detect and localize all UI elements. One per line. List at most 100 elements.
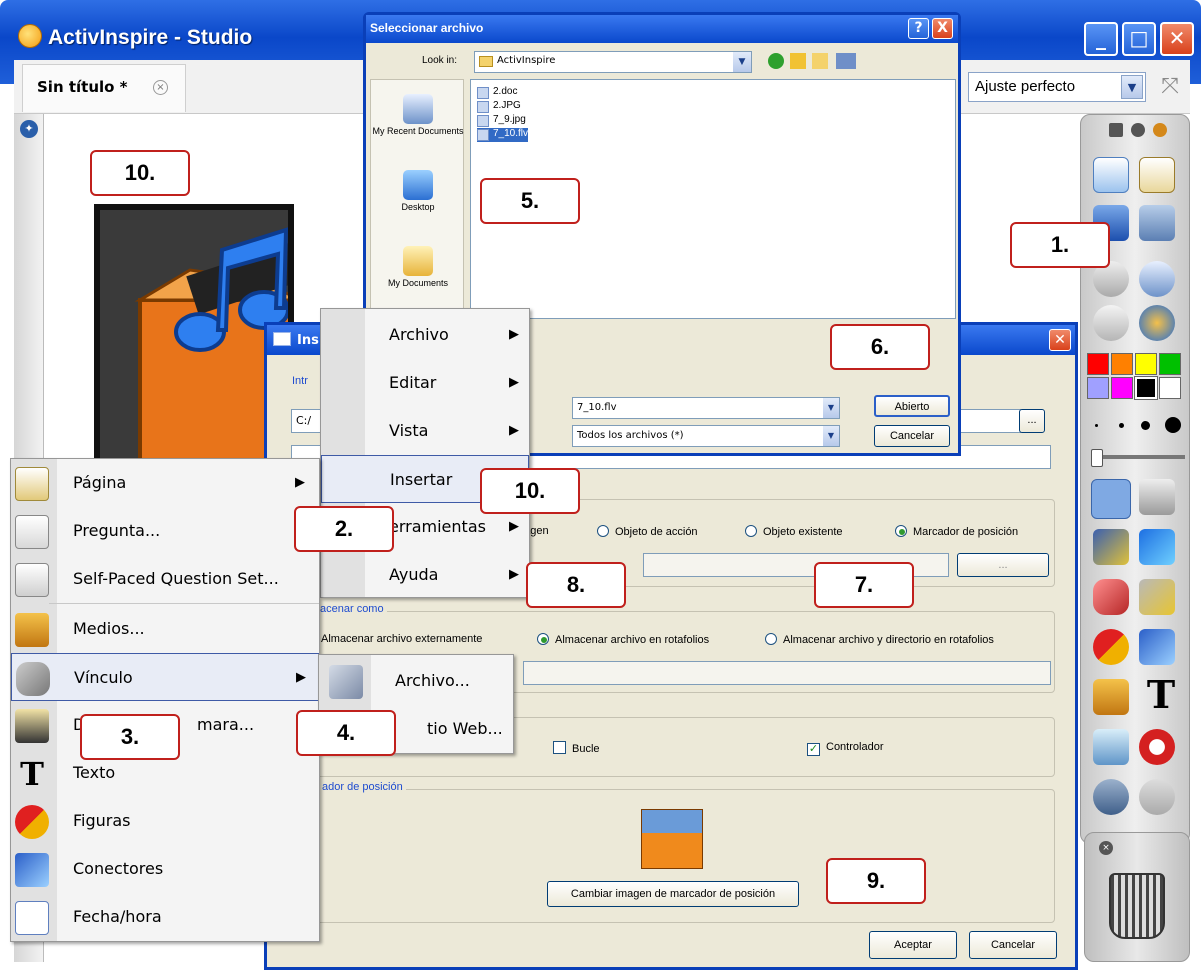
- radio-store-in-flipchart[interactable]: Almacenar archivo en rotafolios: [537, 633, 709, 646]
- color-swatch-green[interactable]: [1159, 353, 1181, 375]
- file-item[interactable]: 7_9.jpg: [477, 114, 526, 128]
- file-item-selected[interactable]: 7_10.flv: [477, 128, 529, 142]
- new-folder-icon[interactable]: [812, 53, 828, 69]
- text-tool-icon[interactable]: T: [1143, 675, 1179, 715]
- close-icon[interactable]: X: [932, 18, 953, 39]
- tools-icon[interactable]: [1139, 479, 1175, 515]
- fill-icon[interactable]: [1139, 579, 1175, 615]
- placeholder-browse-button[interactable]: ...: [957, 553, 1049, 577]
- media-icon[interactable]: [1093, 679, 1129, 715]
- menu-item-link-file[interactable]: Archivo...: [319, 657, 513, 705]
- redo-icon[interactable]: [1139, 779, 1175, 815]
- color-swatch-lavender[interactable]: [1087, 377, 1109, 399]
- color-swatch-magenta[interactable]: [1111, 377, 1133, 399]
- zoom-select-value: Ajuste perfecto: [975, 78, 1076, 95]
- trash-icon[interactable]: [1109, 873, 1165, 939]
- radio-action-object[interactable]: Objeto de acción: [597, 525, 698, 538]
- file-name: 7_9.jpg: [493, 114, 526, 125]
- back-icon[interactable]: [768, 53, 784, 69]
- menu-item-label: Medios...: [73, 619, 145, 638]
- tools-settings-icon[interactable]: [1139, 205, 1175, 241]
- pen-width-selector[interactable]: [1091, 415, 1185, 435]
- place-recent[interactable]: My Recent Documents: [371, 94, 465, 136]
- refresh-page-icon[interactable]: [1139, 305, 1175, 341]
- menu-item-editar[interactable]: Editar ▶: [321, 359, 529, 407]
- store-path-input[interactable]: [523, 661, 1051, 685]
- place-desktop[interactable]: Desktop: [371, 170, 465, 212]
- menu-item-vinculo[interactable]: Vínculo ▶: [11, 653, 319, 701]
- callout-label: 10.: [514, 478, 546, 503]
- chevron-down-icon[interactable]: ▼: [823, 426, 839, 446]
- menu-item-ayuda[interactable]: Ayuda ▶: [321, 551, 529, 599]
- view-menu-icon[interactable]: [836, 53, 856, 69]
- controller-checkbox[interactable]: ✓ Controlador: [807, 741, 883, 756]
- play-icon[interactable]: [1093, 305, 1129, 341]
- maximize-button[interactable]: □: [1122, 22, 1156, 56]
- close-button[interactable]: ✕: [1160, 22, 1194, 56]
- highlighter-icon[interactable]: [1139, 529, 1175, 565]
- open-button[interactable]: Abierto: [874, 395, 950, 417]
- profile-icon[interactable]: [1139, 157, 1175, 193]
- filetype-select[interactable]: Todos los archivos (*) ▼: [572, 425, 840, 447]
- color-swatch-white[interactable]: [1159, 377, 1181, 399]
- menu-item-figuras[interactable]: Figuras: [11, 797, 319, 845]
- collapse-icon[interactable]: [1131, 123, 1145, 137]
- pen-icon[interactable]: [1093, 529, 1129, 565]
- radio-store-dir-in-flipchart[interactable]: Almacenar archivo y directorio en rotafo…: [765, 633, 994, 646]
- cancel-button[interactable]: Cancelar: [874, 425, 950, 447]
- dock-toggle-icon[interactable]: ✦: [20, 120, 38, 138]
- chevron-down-icon[interactable]: ▼: [733, 52, 751, 72]
- accept-button[interactable]: Aceptar: [869, 931, 957, 959]
- filename-input[interactable]: 7_10.flv ▼: [572, 397, 840, 419]
- help-icon[interactable]: ?: [908, 18, 929, 39]
- close-icon[interactable]: ×: [1099, 841, 1113, 855]
- file-item[interactable]: 2.JPG: [477, 100, 521, 114]
- radio-placeholder[interactable]: Marcador de posición: [895, 525, 1018, 538]
- shapes-icon[interactable]: [1093, 629, 1129, 665]
- color-swatch-orange[interactable]: [1111, 353, 1133, 375]
- document-tab[interactable]: Sin título * ×: [22, 64, 186, 112]
- up-folder-icon[interactable]: [790, 53, 806, 69]
- reset-icon[interactable]: [1139, 729, 1175, 765]
- color-swatch-red[interactable]: [1087, 353, 1109, 375]
- pin-icon[interactable]: [1153, 123, 1167, 137]
- width-slider[interactable]: [1091, 449, 1185, 467]
- minimize-button[interactable]: _: [1084, 22, 1118, 56]
- menu-item-fecha[interactable]: Fecha/hora: [11, 893, 319, 941]
- loop-checkbox[interactable]: Bucle: [553, 741, 600, 755]
- browse-button[interactable]: ...: [1019, 409, 1045, 433]
- question-set-icon: [15, 563, 49, 597]
- menu-icon[interactable]: [1109, 123, 1123, 137]
- chevron-down-icon[interactable]: ▼: [823, 398, 839, 418]
- zoom-select[interactable]: Ajuste perfecto ▼: [968, 72, 1146, 102]
- menu-item-pagina[interactable]: Página ▶: [11, 459, 319, 507]
- menu-item-vista[interactable]: Vista ▶: [321, 407, 529, 455]
- link-file-icon: [329, 665, 363, 699]
- menu-item-archivo[interactable]: Archivo ▶: [321, 311, 529, 359]
- spray-icon[interactable]: [1093, 729, 1129, 765]
- fullscreen-icon[interactable]: ⤧: [1154, 74, 1186, 102]
- arrow-right-icon[interactable]: [1139, 261, 1175, 297]
- change-placeholder-image-button[interactable]: Cambiar imagen de marcador de posición: [547, 881, 799, 907]
- select-arrow-icon[interactable]: [1091, 479, 1131, 519]
- eraser-icon[interactable]: [1093, 579, 1129, 615]
- menu-item-conectores[interactable]: Conectores: [11, 845, 319, 893]
- lookin-select[interactable]: ActivInspire ▼: [474, 51, 752, 73]
- menu-item-pregunta[interactable]: Pregunta...: [11, 507, 319, 555]
- file-item[interactable]: 2.doc: [477, 86, 517, 100]
- color-swatch-black[interactable]: [1134, 376, 1158, 400]
- color-swatch-yellow[interactable]: [1135, 353, 1157, 375]
- radio-store-in-flipchart-label: Almacenar archivo en rotafolios: [555, 634, 710, 646]
- chevron-down-icon[interactable]: ▼: [1121, 75, 1143, 99]
- cancel-button[interactable]: Cancelar: [969, 931, 1057, 959]
- place-my-documents[interactable]: My Documents: [371, 246, 465, 288]
- menu-item-self-paced[interactable]: Self-Paced Question Set...: [11, 555, 319, 603]
- close-tab-icon[interactable]: ×: [153, 80, 168, 95]
- undo-icon[interactable]: [1093, 779, 1129, 815]
- radio-existing-object[interactable]: Objeto existente: [745, 525, 843, 538]
- menu-item-medios[interactable]: Medios...: [11, 605, 319, 653]
- close-icon[interactable]: ✕: [1049, 329, 1071, 351]
- connector-icon[interactable]: [1139, 629, 1175, 665]
- flipchart-icon[interactable]: [1093, 157, 1129, 193]
- radio-store-external[interactable]: Almacenar archivo externamente: [321, 633, 482, 645]
